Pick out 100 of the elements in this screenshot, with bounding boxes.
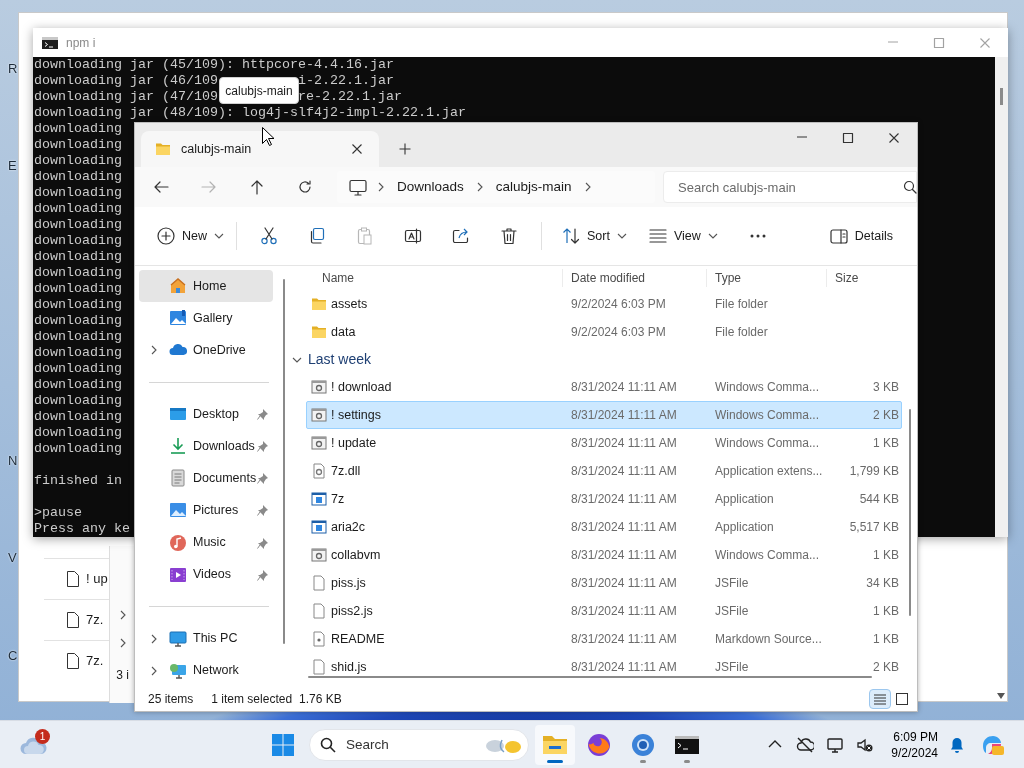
folder-icon — [311, 324, 327, 340]
notification-badge: 1 — [35, 728, 50, 744]
console-line: downloading — [34, 393, 122, 409]
nav-item[interactable]: OneDrive — [139, 334, 273, 367]
clipboard-icon — [356, 227, 374, 245]
scrollbar[interactable] — [909, 409, 911, 616]
running-indicator — [640, 759, 646, 763]
file-row[interactable]: piss2.js 8/31/2024 11:11 AM JSFile 1 KB — [306, 597, 902, 625]
file-explorer-button[interactable] — [535, 724, 575, 765]
size-cell-text: 34 KB — [865, 575, 899, 592]
type-cell-text: File folder — [715, 296, 769, 313]
size-cell-text: 2 KB — [872, 659, 899, 676]
plus-circle-icon — [157, 227, 175, 245]
file-row[interactable]: assets 9/2/2024 6:03 PM File folder — [306, 290, 902, 318]
nav-item[interactable]: Music — [139, 526, 273, 559]
chevron-icon[interactable] — [150, 665, 158, 676]
scroll-arrow-icon[interactable] — [997, 693, 1005, 699]
clock[interactable]: 6:09 PM 9/2/2024 — [880, 728, 942, 761]
desktop-icon-label[interactable]: R — [8, 59, 18, 79]
size-cell-text: 1 KB — [872, 435, 899, 452]
nav-item[interactable]: Downloads — [139, 430, 273, 463]
tab[interactable]: calubjs-main — [141, 131, 379, 167]
forward-arrow-icon — [201, 179, 217, 195]
breadcrumb-link[interactable]: Downloads — [395, 176, 466, 198]
file-row[interactable]: 7z.dll 8/31/2024 11:11 AM Application extens... 1,799 KB — [306, 457, 902, 485]
nav-item[interactable]: Pictures — [139, 494, 273, 527]
scrollbar[interactable] — [283, 279, 285, 644]
console-line: downloading — [34, 185, 122, 201]
nav-item[interactable]: Network — [139, 654, 273, 687]
column-header[interactable]: Type — [706, 269, 826, 287]
file-row[interactable]: collabvm 8/31/2024 11:11 AM Windows Comma... 1 KB — [306, 541, 902, 569]
size-cell-text: 1 KB — [872, 547, 899, 564]
chevron-icon[interactable] — [118, 638, 127, 648]
lines-icon — [648, 227, 667, 245]
date-cell-text: 8/31/2024 11:11 AM — [571, 379, 678, 396]
file-row[interactable]: aria2c 8/31/2024 11:11 AM Application 5,517 KB — [306, 513, 902, 541]
windows-logo-icon — [272, 733, 294, 756]
gallery-icon — [169, 309, 187, 328]
console-line: downloading — [34, 377, 122, 393]
nav-item[interactable]: Documents — [139, 462, 273, 495]
file-row[interactable]: shid.js 8/31/2024 11:11 AM JSFile 2 KB — [306, 653, 902, 681]
file-name: 7z. — [86, 652, 104, 671]
view-button[interactable]: View — [640, 219, 726, 253]
date-cell-text: 8/31/2024 11:11 AM — [571, 519, 678, 536]
group-header[interactable]: Last week — [292, 346, 372, 373]
file-row[interactable]: README 8/31/2024 11:11 AM Markdown Source... 1 KB — [306, 625, 902, 653]
nav-item[interactable]: Home — [139, 270, 273, 302]
scrollbar[interactable] — [308, 676, 872, 678]
weather-button[interactable]: 1 — [13, 724, 53, 765]
type-cell-text: Markdown Source... — [715, 631, 823, 648]
sort-button[interactable]: Sort — [554, 219, 635, 253]
size-cell-text: 5,517 KB — [848, 519, 899, 536]
chevron-icon[interactable] — [150, 633, 158, 644]
copy-icon — [308, 227, 326, 245]
file-row[interactable]: ! download 8/31/2024 11:11 AM Windows Comma... 3 KB — [306, 373, 902, 401]
console-line: downloading — [34, 329, 122, 345]
scrollbar[interactable] — [995, 57, 1008, 537]
nav-item[interactable]: This PC — [139, 622, 273, 655]
search-box[interactable]: Search — [309, 728, 529, 761]
size-cell-text: 1 KB — [872, 631, 899, 648]
date-cell-text: 8/31/2024 11:11 AM — [571, 547, 678, 564]
nav-item[interactable]: Gallery — [139, 302, 273, 335]
file-row[interactable]: ! settings 8/31/2024 11:11 AM Windows Comma... 2 KB — [306, 401, 902, 429]
new-button[interactable]: New — [149, 219, 232, 253]
type-cell-text: Application extens... — [715, 463, 824, 480]
breadcrumb-link[interactable]: calubjs-main — [493, 176, 574, 198]
date-cell-text: 9/2/2024 6:03 PM — [571, 296, 667, 313]
type-cell-text: Windows Comma... — [715, 407, 821, 424]
caret-icon — [707, 231, 718, 241]
folder-icon — [311, 296, 327, 312]
desktop-icon-label[interactable]: C — [8, 646, 18, 666]
monitor-icon — [826, 735, 844, 754]
file-row[interactable]: 7z 8/31/2024 11:11 AM Application 544 KB — [306, 485, 902, 513]
nav-item[interactable]: Videos — [139, 558, 273, 591]
file-row[interactable]: data 9/2/2024 6:03 PM File folder — [306, 318, 902, 346]
name-cell-text: data — [331, 323, 357, 341]
console-line: downloading — [34, 441, 122, 457]
name-cell-text: aria2c — [331, 518, 367, 536]
name-cell-text: ! download — [331, 378, 393, 396]
file-row[interactable]: ! update 8/31/2024 11:11 AM Windows Comma... 1 KB — [306, 429, 902, 457]
console-line: downloading — [34, 265, 122, 281]
column-header[interactable]: Name — [306, 269, 562, 287]
details-button[interactable]: Details — [821, 219, 901, 253]
desktop-icon-label[interactable]: N — [8, 451, 18, 471]
name-cell-text: README — [331, 630, 386, 648]
desktop-icon-label[interactable]: V — [8, 548, 17, 568]
desktop-icon-label[interactable]: E — [8, 156, 17, 176]
type-cell-text: Windows Comma... — [715, 547, 821, 564]
chevron-icon[interactable] — [118, 610, 127, 620]
status-text: 1.76 KB — [299, 691, 342, 708]
nav-item[interactable]: Desktop — [139, 398, 273, 431]
type-cell-text: File folder — [715, 324, 769, 341]
file-row[interactable]: piss.js 8/31/2024 11:11 AM JSFile 34 KB — [306, 569, 902, 597]
column-header[interactable]: Size — [826, 269, 906, 287]
chevron-icon — [475, 182, 484, 192]
up-arrow-icon — [249, 179, 265, 195]
console-line: re-2.22.1.jar — [297, 89, 402, 105]
search-field[interactable]: Search calubjs-main — [663, 171, 917, 203]
chevron-icon[interactable] — [150, 345, 158, 356]
column-header[interactable]: Date modified — [562, 269, 706, 287]
